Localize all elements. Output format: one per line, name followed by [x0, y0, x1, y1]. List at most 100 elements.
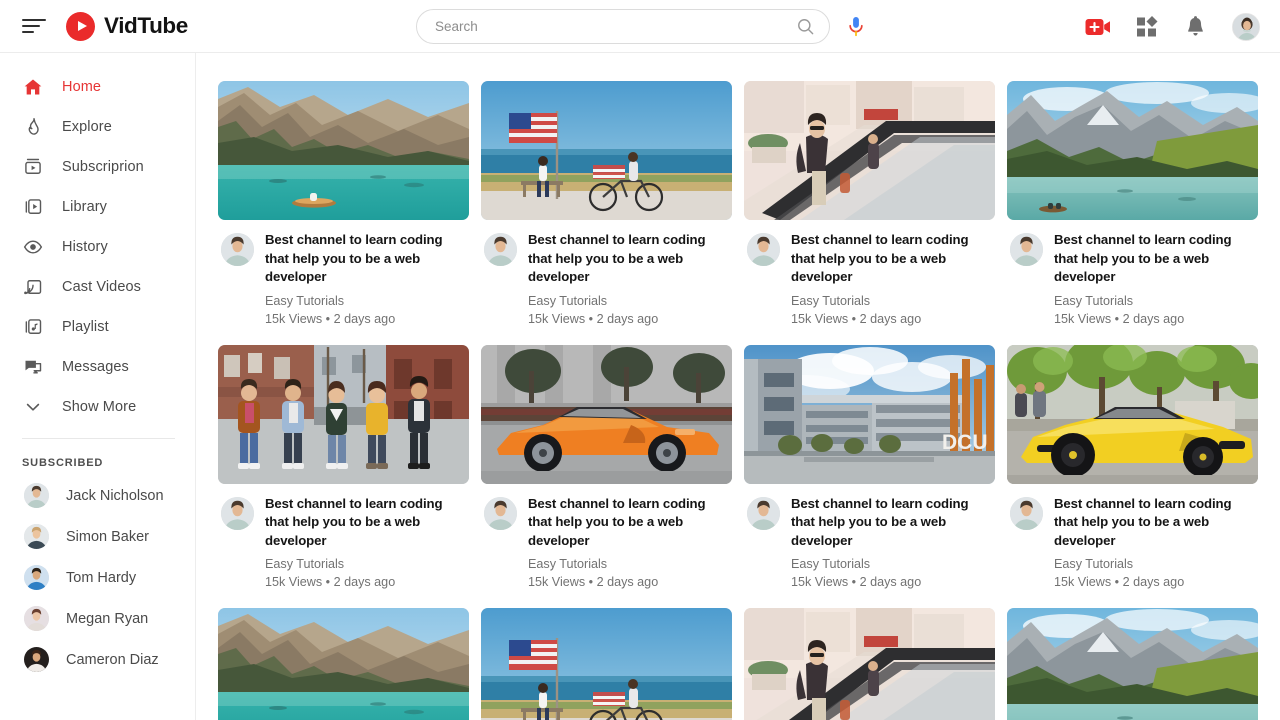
- channel-avatar[interactable]: [1010, 496, 1043, 530]
- play-circle-icon: [66, 11, 95, 41]
- channel-name[interactable]: Easy Tutorials: [791, 556, 993, 572]
- video-meta: Best channel to learn coding that help y…: [1007, 484, 1258, 591]
- search-icon[interactable]: [796, 17, 815, 36]
- video-thumbnail[interactable]: [218, 344, 469, 484]
- video-title[interactable]: Best channel to learn coding that help y…: [265, 231, 467, 287]
- hamburger-icon[interactable]: [22, 17, 48, 35]
- video-card[interactable]: [218, 608, 469, 720]
- sidebar-item-show-more[interactable]: Show More: [0, 387, 195, 427]
- channel-avatar[interactable]: [484, 233, 517, 266]
- subscription-item[interactable]: Jack Nicholson: [0, 475, 195, 516]
- video-title[interactable]: Best channel to learn coding that help y…: [1054, 495, 1256, 551]
- channel-name[interactable]: Easy Tutorials: [528, 556, 730, 572]
- video-stats: 15k Views • 2 days ago: [1054, 311, 1185, 326]
- video-card[interactable]: Best channel to learn coding that help y…: [744, 81, 995, 327]
- channel-name[interactable]: Easy Tutorials: [791, 293, 993, 309]
- thumbnail-image: [218, 608, 469, 720]
- channel-name[interactable]: Easy Tutorials: [1054, 556, 1256, 572]
- channel-avatar[interactable]: [747, 233, 780, 266]
- video-card[interactable]: Best channel to learn coding that help y…: [481, 81, 732, 327]
- thumbnail-image: [744, 608, 995, 720]
- video-thumbnail[interactable]: DCU: [744, 344, 995, 484]
- search-box[interactable]: [416, 9, 830, 44]
- subscription-name: Simon Baker: [66, 528, 150, 545]
- video-thumbnail[interactable]: [481, 81, 732, 220]
- video-title[interactable]: Best channel to learn coding that help y…: [791, 231, 993, 287]
- video-text: Best channel to learn coding that help y…: [528, 495, 730, 591]
- thumbnail-image: [218, 344, 469, 484]
- sidebar-item-explore[interactable]: Explore: [0, 107, 195, 147]
- video-thumbnail[interactable]: [218, 608, 469, 720]
- channel-avatar[interactable]: [747, 496, 780, 530]
- video-card[interactable]: Best channel to learn coding that help y…: [1007, 344, 1258, 591]
- sidebar-item-messages[interactable]: Messages: [0, 347, 195, 387]
- video-card[interactable]: Best channel to learn coding that help y…: [1007, 81, 1258, 327]
- video-title[interactable]: Best channel to learn coding that help y…: [528, 231, 730, 287]
- channel-avatar[interactable]: [221, 496, 254, 530]
- avatar-image: [24, 647, 49, 672]
- video-card[interactable]: Best channel to learn coding that help y…: [481, 344, 732, 591]
- avatar-image: [24, 483, 49, 508]
- subscription-item[interactable]: Cameron Diaz: [0, 639, 195, 680]
- sidebar-item-cast-videos[interactable]: Cast Videos: [0, 267, 195, 307]
- video-thumbnail[interactable]: [744, 81, 995, 220]
- sidebar-item-playlist[interactable]: Playlist: [0, 307, 195, 347]
- sidebar-item-home[interactable]: Home: [0, 67, 195, 107]
- thumbnail-image: [1007, 608, 1258, 720]
- subscription-item[interactable]: Tom Hardy: [0, 557, 195, 598]
- video-thumbnail[interactable]: [1007, 81, 1258, 220]
- video-card[interactable]: [744, 608, 995, 720]
- video-title[interactable]: Best channel to learn coding that help y…: [791, 495, 993, 551]
- cast-icon: [22, 276, 44, 298]
- apps-button[interactable]: [1137, 15, 1159, 38]
- subscription-item[interactable]: Simon Baker: [0, 516, 195, 557]
- video-card[interactable]: Best channel to learn coding that help y…: [218, 344, 469, 591]
- video-card[interactable]: [481, 608, 732, 720]
- video-stats: 15k Views • 2 days ago: [265, 311, 396, 326]
- avatar: [24, 606, 49, 631]
- microphone-icon[interactable]: [846, 15, 866, 39]
- avatar-image: [484, 496, 517, 530]
- channel-avatar[interactable]: [221, 233, 254, 266]
- account-avatar[interactable]: [1232, 12, 1260, 41]
- video-meta: Best channel to learn coding that help y…: [744, 220, 995, 327]
- video-thumbnail[interactable]: [481, 344, 732, 484]
- subscription-item[interactable]: Megan Ryan: [0, 598, 195, 639]
- create-video-button[interactable]: [1085, 17, 1111, 37]
- video-thumbnail[interactable]: [744, 608, 995, 720]
- avatar-image: [1233, 13, 1259, 40]
- brand-logo[interactable]: VidTube: [66, 11, 188, 41]
- home-icon: [24, 79, 42, 95]
- video-title[interactable]: Best channel to learn coding that help y…: [265, 495, 467, 551]
- video-thumbnail[interactable]: [481, 608, 732, 720]
- video-card[interactable]: Best channel to learn coding that help y…: [218, 81, 469, 327]
- brand-name: VidTube: [104, 13, 188, 38]
- search-input[interactable]: [435, 19, 796, 34]
- video-thumbnail[interactable]: [1007, 608, 1258, 720]
- video-thumbnail[interactable]: [1007, 344, 1258, 484]
- thumbnail-image: [481, 81, 732, 220]
- thumbnail-image: [1007, 81, 1258, 220]
- subscription-icon: [22, 156, 44, 178]
- channel-avatar[interactable]: [484, 496, 517, 530]
- video-card[interactable]: [1007, 608, 1258, 720]
- avatar-image: [484, 233, 517, 266]
- sidebar-item-subscriprion[interactable]: Subscriprion: [0, 147, 195, 187]
- video-stats: 15k Views • 2 days ago: [791, 311, 922, 326]
- channel-name[interactable]: Easy Tutorials: [1054, 293, 1256, 309]
- video-title[interactable]: Best channel to learn coding that help y…: [528, 495, 730, 551]
- sidebar-item-label: History: [62, 239, 108, 255]
- sidebar-item-history[interactable]: History: [0, 227, 195, 267]
- notifications-button[interactable]: [1185, 15, 1206, 38]
- avatar-image: [747, 233, 780, 266]
- video-card[interactable]: DCU Best channel to learn coding that he…: [744, 344, 995, 591]
- cast-icon: [24, 280, 42, 295]
- video-thumbnail[interactable]: [218, 81, 469, 220]
- sidebar-item-library[interactable]: Library: [0, 187, 195, 227]
- channel-name[interactable]: Easy Tutorials: [265, 556, 467, 572]
- channel-avatar[interactable]: [1010, 233, 1043, 266]
- video-stats: 15k Views • 2 days ago: [265, 575, 396, 589]
- video-title[interactable]: Best channel to learn coding that help y…: [1054, 231, 1256, 287]
- channel-name[interactable]: Easy Tutorials: [528, 293, 730, 309]
- channel-name[interactable]: Easy Tutorials: [265, 293, 467, 309]
